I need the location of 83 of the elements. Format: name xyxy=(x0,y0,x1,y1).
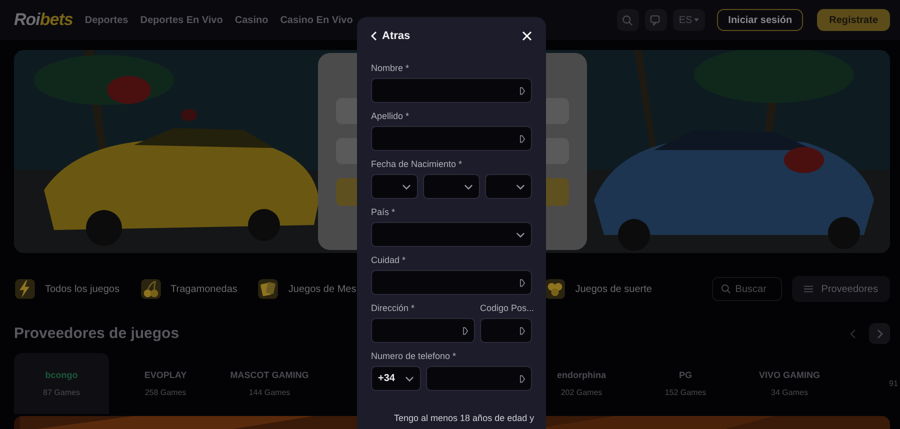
chevron-down-icon xyxy=(405,376,414,382)
game-count: 87 Games xyxy=(43,388,80,397)
chevron-down-icon xyxy=(464,184,473,190)
chat-button[interactable] xyxy=(644,9,667,31)
category-tab[interactable]: Juegos de suerte xyxy=(575,284,652,294)
game-count: 152 Games xyxy=(664,388,706,397)
game-count: 202 Games xyxy=(560,388,602,397)
language-select[interactable]: ES xyxy=(672,9,706,31)
logo[interactable]: Roibets xyxy=(14,10,73,30)
provider-logo: EVOPLAY xyxy=(144,370,187,380)
nav-link[interactable]: Casino xyxy=(234,14,268,26)
nav-link[interactable]: Deportes xyxy=(84,14,128,26)
input-field[interactable] xyxy=(371,78,532,103)
game-count: 258 Games xyxy=(144,388,186,397)
provider-logo: PG xyxy=(678,370,692,380)
back-button[interactable]: Atras xyxy=(371,30,410,42)
close-button[interactable] xyxy=(522,31,532,41)
game-count: 34 Games xyxy=(771,388,808,397)
providers-button[interactable]: Proveedores xyxy=(792,276,890,302)
next-button[interactable] xyxy=(869,323,890,344)
input-field[interactable] xyxy=(371,318,475,343)
autofill-icon xyxy=(520,134,525,142)
autofill-icon xyxy=(520,278,525,286)
provider-card[interactable]: VIVO GAMING 34 Games xyxy=(742,353,837,414)
category-tab[interactable]: Todos los juegos xyxy=(45,284,120,294)
game-count: 91 xyxy=(889,379,898,388)
select-field[interactable] xyxy=(371,174,418,199)
login-button[interactable]: Iniciar sesión xyxy=(717,9,804,31)
category-tab[interactable]: Tragamonedas xyxy=(170,284,238,294)
clover-icon xyxy=(544,278,566,300)
provider-card[interactable]: PG 152 Games xyxy=(638,353,733,414)
input-field[interactable] xyxy=(426,366,532,391)
game-count: 144 Games xyxy=(248,388,290,397)
chevron-down-icon xyxy=(402,184,412,190)
provider-card[interactable]: EVOPLAY 258 Games xyxy=(118,353,213,414)
field-label: Fecha de Nacimiento * xyxy=(371,159,464,170)
field-label: País * xyxy=(371,207,396,218)
chevron-left-icon xyxy=(371,31,377,41)
register-button[interactable]: Registrate xyxy=(817,9,890,31)
field-label: Nombre * xyxy=(371,63,410,74)
search-icon xyxy=(622,14,634,26)
field-label: Codigo Pos... xyxy=(480,303,532,314)
provider-card[interactable]: MASCOT GAMING 144 Games xyxy=(222,353,317,414)
list-icon xyxy=(804,285,814,293)
autofill-icon xyxy=(463,326,468,334)
autofill-icon xyxy=(520,86,525,94)
caret-icon xyxy=(694,18,700,22)
nav-link[interactable]: Deportes En Vivo xyxy=(140,14,223,26)
nav-link[interactable]: Casino En Vivo xyxy=(280,14,353,26)
provider-card[interactable]: bcongo 87 Games xyxy=(14,353,109,414)
provider-card[interactable]: 91 xyxy=(846,353,900,414)
search-field[interactable]: Buscar xyxy=(712,277,782,301)
input-field[interactable] xyxy=(371,126,532,151)
provider-logo: MASCOT GAMING xyxy=(230,370,309,380)
category-tab[interactable]: Juegos de Mes xyxy=(288,284,356,294)
select-field[interactable] xyxy=(484,174,532,199)
field-label: Dirección * xyxy=(371,303,416,314)
chevron-right-icon xyxy=(876,328,882,338)
search-icon xyxy=(721,284,732,294)
provider-logo: endorphina xyxy=(557,370,606,380)
chevron-down-icon xyxy=(516,184,525,190)
autofill-icon xyxy=(520,326,525,334)
cherries-icon xyxy=(140,278,162,300)
input-field[interactable] xyxy=(480,318,532,343)
chevron-left-icon xyxy=(850,328,856,338)
field-label: Apellido * xyxy=(371,111,410,122)
section-title: Proveedores de juegos xyxy=(14,325,180,342)
provider-logo: bcongo xyxy=(45,370,78,380)
consent-text: Tengo al menos 18 años de edad y xyxy=(393,413,532,423)
cards-icon xyxy=(257,278,280,300)
chevron-down-icon xyxy=(516,232,525,238)
close-icon xyxy=(522,31,532,41)
select-field[interactable] xyxy=(371,222,532,247)
search-button[interactable] xyxy=(616,9,639,31)
select-field[interactable] xyxy=(423,174,480,199)
country-code-select[interactable]: +34 xyxy=(371,366,421,391)
input-field[interactable] xyxy=(371,270,532,295)
lightning-icon xyxy=(14,278,36,300)
chat-icon xyxy=(650,14,662,26)
field-label: Numero de telefono * xyxy=(371,351,458,362)
autofill-icon xyxy=(520,374,525,382)
provider-logo: VIVO GAMING xyxy=(758,370,820,380)
field-label: Cuidad * xyxy=(371,255,407,266)
